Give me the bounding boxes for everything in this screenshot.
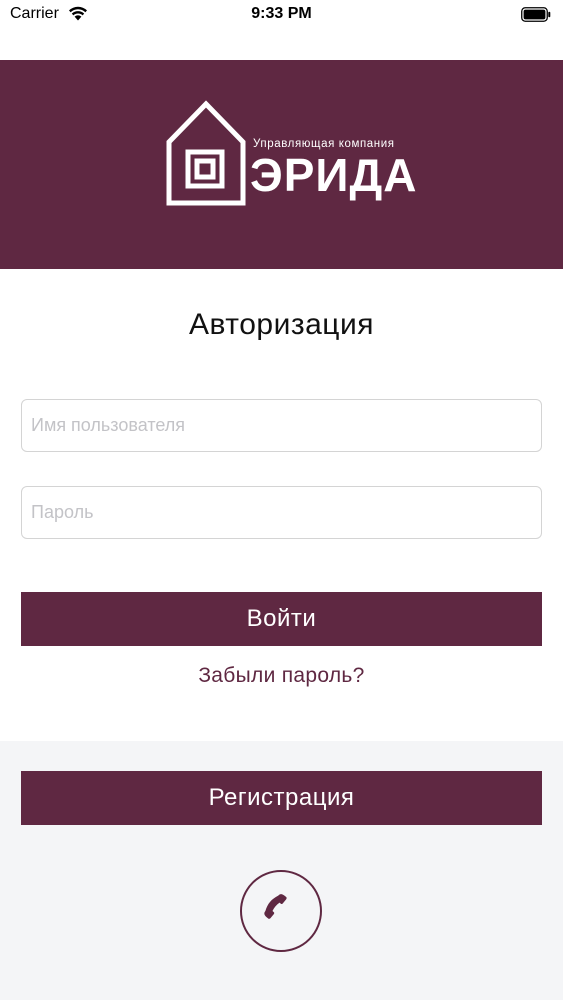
company-logo: Управляющая компания ЭРИДА	[166, 100, 416, 206]
call-button[interactable]	[240, 870, 322, 952]
house-logo-icon	[166, 100, 246, 206]
register-button[interactable]: Регистрация	[21, 771, 542, 825]
phone-icon	[264, 894, 287, 919]
status-time: 9:33 PM	[251, 5, 312, 22]
forgot-password-link[interactable]: Забыли пароль?	[0, 664, 563, 688]
status-bar: Carrier 9:33 PM	[0, 0, 563, 30]
password-input[interactable]	[21, 486, 542, 539]
username-input[interactable]	[21, 399, 542, 452]
login-button[interactable]: Войти	[21, 592, 542, 646]
login-screen: Carrier 9:33 PM Управляющая компания ЭРИ…	[0, 0, 563, 1000]
page-title: Авторизация	[189, 308, 374, 341]
logo-name: ЭРИДА	[250, 149, 418, 201]
battery-icon	[521, 7, 551, 22]
